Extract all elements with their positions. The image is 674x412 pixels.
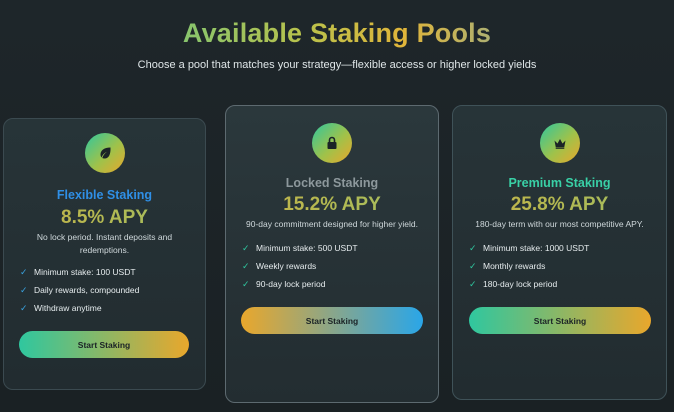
pool-description: 180-day term with our most competitive A… xyxy=(475,219,644,229)
crown-icon xyxy=(539,123,580,163)
check-icon: ✓ xyxy=(20,284,28,295)
feature-item: ✓ Minimum stake: 100 USDT xyxy=(20,266,136,278)
leaf-icon xyxy=(84,133,125,173)
feature-item: ✓ Withdraw anytime xyxy=(20,302,102,314)
start-staking-button[interactable]: Start Staking xyxy=(19,331,189,358)
start-staking-button[interactable]: Start Staking xyxy=(241,307,423,334)
check-icon: ✓ xyxy=(20,302,28,313)
feature-list: ✓ Minimum stake: 100 USDT ✓ Daily rewards,… xyxy=(20,263,193,317)
feature-item: ✓ 90-day lock period xyxy=(242,278,326,290)
page-subtitle: Choose a pool that matches your strategy… xyxy=(137,59,537,71)
pool-apy: 15.2% APY xyxy=(226,194,438,216)
pool-apy: 8.5% APY xyxy=(4,207,205,229)
start-staking-button[interactable]: Start Staking xyxy=(469,307,651,334)
pool-card-flexible: Flexible Staking 8.5% APY No lock period… xyxy=(3,118,206,390)
check-icon: ✓ xyxy=(469,260,477,271)
check-icon: ✓ xyxy=(242,242,250,253)
pool-name: Flexible Staking xyxy=(56,188,153,202)
feature-item: ✓ Monthly rewards xyxy=(469,260,546,272)
check-icon: ✓ xyxy=(469,278,477,289)
check-icon: ✓ xyxy=(242,260,250,271)
feature-item: ✓ Daily rewards, compounded xyxy=(20,284,140,296)
feature-item: ✓ Minimum stake: 500 USDT xyxy=(242,242,358,254)
feature-item: ✓ Minimum stake: 1000 USDT xyxy=(469,242,590,254)
page-title: Available Staking Pools xyxy=(0,18,674,49)
feature-list: ✓ Minimum stake: 1000 USDT ✓ Monthly rewar… xyxy=(469,239,654,293)
lock-icon xyxy=(312,123,352,163)
feature-item: ✓ 180-day lock period xyxy=(469,278,558,290)
pool-card-locked: Locked Staking 15.2% APY 90-day commitme… xyxy=(225,105,439,403)
pool-card-premium: Premium Staking 25.8% APY 180-day term w… xyxy=(452,105,667,400)
check-icon: ✓ xyxy=(242,278,250,289)
check-icon: ✓ xyxy=(20,266,28,277)
pool-description: 90-day commitment designed for higher yi… xyxy=(246,219,418,229)
pool-name: Premium Staking xyxy=(508,176,611,190)
pool-apy: 25.8% APY xyxy=(453,194,666,216)
feature-item: ✓ Weekly rewards xyxy=(242,260,317,272)
pool-name: Locked Staking xyxy=(285,176,379,190)
pool-description: No lock period. Instant deposits and red… xyxy=(36,232,173,255)
feature-list: ✓ Minimum stake: 500 USDT ✓ Weekly rewards… xyxy=(242,239,426,293)
check-icon: ✓ xyxy=(469,242,477,253)
